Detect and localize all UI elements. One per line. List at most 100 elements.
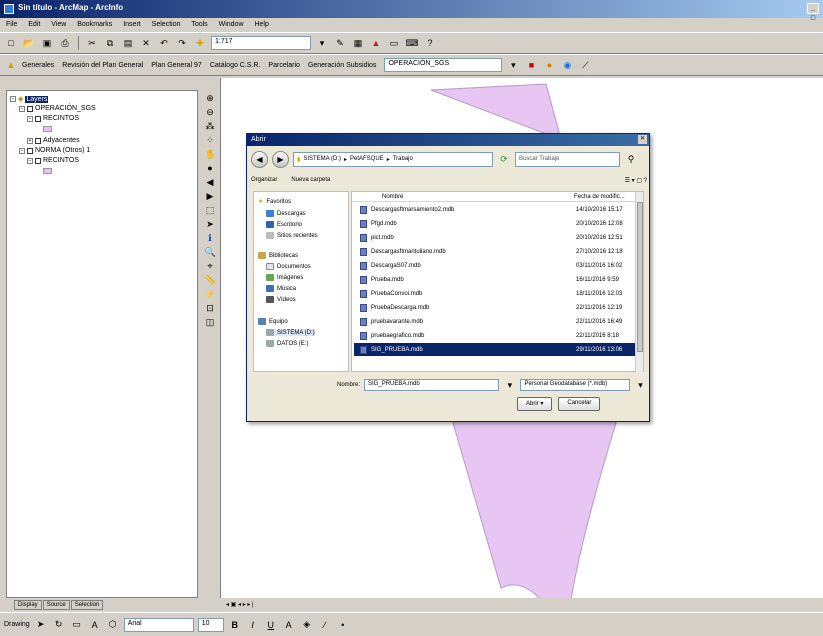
toc-layer[interactable]: − OPERACIÓN_SGS: [19, 105, 96, 112]
file-row[interactable]: Prueba.mdb 16/11/2016 9:59: [354, 273, 637, 286]
italic-icon[interactable]: I: [246, 618, 260, 632]
collapse-icon[interactable]: −: [27, 115, 33, 122]
organize-button[interactable]: Organizar: [251, 177, 277, 183]
toolbar-menu-generales[interactable]: Generales: [22, 62, 54, 69]
delete-icon[interactable]: ✕: [139, 36, 153, 50]
font-size-combo[interactable]: 10: [197, 617, 224, 632]
collapse-icon[interactable]: −: [27, 157, 33, 164]
cancel-button[interactable]: Cancelar: [558, 397, 601, 411]
rectangle-icon[interactable]: ▭: [70, 618, 84, 632]
toolbar-menu-catalogo[interactable]: Catálogo C.S.R.: [210, 62, 261, 69]
layer-dropdown-icon[interactable]: ▾: [506, 58, 520, 72]
file-row[interactable]: DescargaS07.mdb 03/11/2016 16:02: [354, 259, 637, 272]
globe-icon[interactable]: ◉: [560, 58, 574, 72]
view-options-icon[interactable]: ☰ ▾ ▢ ?: [625, 177, 647, 184]
measure-tool-icon[interactable]: 📏: [205, 275, 216, 286]
filetype-select[interactable]: Personal Geodatabase (*.mdb): [520, 379, 630, 391]
select-arrow-icon[interactable]: ➤: [34, 618, 48, 632]
undo-icon[interactable]: ↶: [157, 36, 171, 50]
cut-icon[interactable]: ✂: [85, 36, 99, 50]
copy-icon[interactable]: ⧉: [103, 36, 117, 50]
nav-item[interactable]: Vídeos: [266, 296, 296, 303]
toolbar-menu-parcelario[interactable]: Parcelario: [268, 62, 300, 69]
underline-icon[interactable]: U: [264, 618, 278, 632]
file-row[interactable]: Descargasftmarsamiento2.mdb 14/10/2016 15…: [354, 203, 637, 216]
measure-icon[interactable]: ⟋: [578, 58, 592, 72]
rotate-icon[interactable]: ↻: [52, 618, 66, 632]
editor-icon[interactable]: ✎: [333, 36, 347, 50]
layer-visibility-checkbox[interactable]: [35, 137, 41, 144]
select-features-icon[interactable]: ⬚: [205, 205, 216, 216]
layout-nav-icons[interactable]: ◂ ▣ ◂ ▸ ▸ |: [226, 602, 254, 608]
layer-visibility-checkbox[interactable]: [35, 157, 41, 164]
new-folder-button[interactable]: Nueva carpeta: [291, 177, 330, 183]
nav-item[interactable]: SISTEMA (D:): [266, 329, 315, 336]
file-row[interactable]: pict.mdb 20/10/2016 12:51: [354, 231, 637, 244]
collapse-icon[interactable]: −: [19, 147, 25, 154]
zoom-out-icon[interactable]: ⊖: [205, 107, 216, 118]
file-row-selected[interactable]: SIG_PRUEBA.mdb 29/11/2016 13:06: [354, 343, 637, 356]
column-date[interactable]: Fecha de modific...: [574, 194, 625, 200]
menu-file[interactable]: File: [6, 21, 17, 28]
menu-edit[interactable]: Edit: [28, 21, 40, 28]
nav-item[interactable]: DATOS (E:): [266, 340, 308, 347]
toc-root[interactable]: − ◆ Layers: [10, 95, 49, 103]
toolbar-menu-plan-general[interactable]: Plan General 97: [151, 62, 202, 69]
forward-button[interactable]: ▶: [272, 150, 289, 168]
file-row[interactable]: Descargasftmantuliano.mdb 27/10/2016 12:1…: [354, 245, 637, 258]
hyperlink-icon[interactable]: ⚡: [205, 289, 216, 300]
fixed-zoom-out-icon[interactable]: ⁘: [205, 135, 216, 146]
forward-icon[interactable]: ▶: [205, 191, 216, 202]
nav-computer[interactable]: Equipo: [258, 318, 288, 325]
find-icon[interactable]: 🔍: [205, 247, 216, 258]
select-elements-icon[interactable]: ➤: [205, 219, 216, 230]
file-row[interactable]: pruebaegrafico.mdb 22/11/2016 8:18: [354, 329, 637, 342]
file-row[interactable]: pruebavarante.mdb 22/11/2016 16:49: [354, 315, 637, 328]
fixed-zoom-in-icon[interactable]: ⁂: [205, 121, 216, 132]
toc-layer[interactable]: − RECINTOS: [27, 115, 79, 122]
toc-layer[interactable]: − NORMA (Otros) 1: [19, 147, 90, 154]
search-box[interactable]: Buscar Trabajo: [515, 151, 620, 167]
go-to-xy-icon[interactable]: ⌖: [205, 261, 216, 272]
paste-icon[interactable]: ▤: [121, 36, 135, 50]
file-list-scrollbar[interactable]: [635, 192, 643, 373]
redo-icon[interactable]: ↷: [175, 36, 189, 50]
drawing-menu[interactable]: Drawing: [4, 621, 30, 628]
search-icon[interactable]: ⚲: [624, 152, 638, 166]
back-button[interactable]: ◀: [251, 150, 268, 168]
toolbar-menu-revision[interactable]: Revisión del Plan General: [62, 62, 143, 69]
print-icon[interactable]: ⎙: [58, 36, 72, 50]
menu-insert[interactable]: Insert: [123, 21, 141, 28]
edit-vertices-icon[interactable]: ⬡: [106, 618, 120, 632]
line-color-icon[interactable]: ⁄: [318, 618, 332, 632]
html-popup-icon[interactable]: ⊡: [205, 303, 216, 314]
breadcrumb-item[interactable]: Trabajo: [393, 156, 413, 162]
toolbar-menu-generacion[interactable]: Generación Subsidios: [308, 62, 377, 69]
marker-color-icon[interactable]: •: [336, 618, 350, 632]
catalog-icon[interactable]: ▲: [369, 36, 383, 50]
font-combo[interactable]: Arial: [123, 617, 194, 632]
nav-item[interactable]: Documentos: [266, 263, 311, 270]
collapse-icon[interactable]: −: [10, 96, 16, 102]
breadcrumb-item[interactable]: PetAFSQUE: [350, 156, 384, 162]
menu-window[interactable]: Window: [219, 21, 244, 28]
layer-combo[interactable]: OPERACIÓN_SGS: [384, 58, 503, 72]
layer-visibility-checkbox[interactable]: [27, 105, 33, 112]
nav-item[interactable]: Música: [266, 285, 296, 292]
toc-layer[interactable]: − RECINTOS: [27, 157, 79, 164]
new-icon[interactable]: □: [4, 36, 18, 50]
scrollbar-thumb[interactable]: [637, 202, 643, 352]
custom-tool-icon[interactable]: ▲: [4, 58, 18, 72]
nav-item[interactable]: Sitios recientes: [266, 232, 318, 239]
window-controls[interactable]: _ □: [807, 3, 819, 22]
file-row[interactable]: PruebaDescarga.mdb 22/11/2016 12:19: [354, 301, 637, 314]
stop-icon[interactable]: ■: [524, 58, 538, 72]
open-button[interactable]: Abrir ▾: [517, 397, 553, 411]
toolbox-icon[interactable]: ▭: [387, 36, 401, 50]
refresh-icon[interactable]: ⟳: [497, 152, 511, 166]
menu-tools[interactable]: Tools: [191, 21, 207, 28]
toc-root-label[interactable]: Layers: [25, 95, 49, 103]
layer-symbol-swatch[interactable]: [43, 126, 52, 132]
breadcrumb[interactable]: ▮ SISTEMA (D:) ▸ PetAFSQUE ▸ Trabajo: [293, 151, 493, 167]
whats-this-icon[interactable]: ?: [423, 36, 437, 50]
